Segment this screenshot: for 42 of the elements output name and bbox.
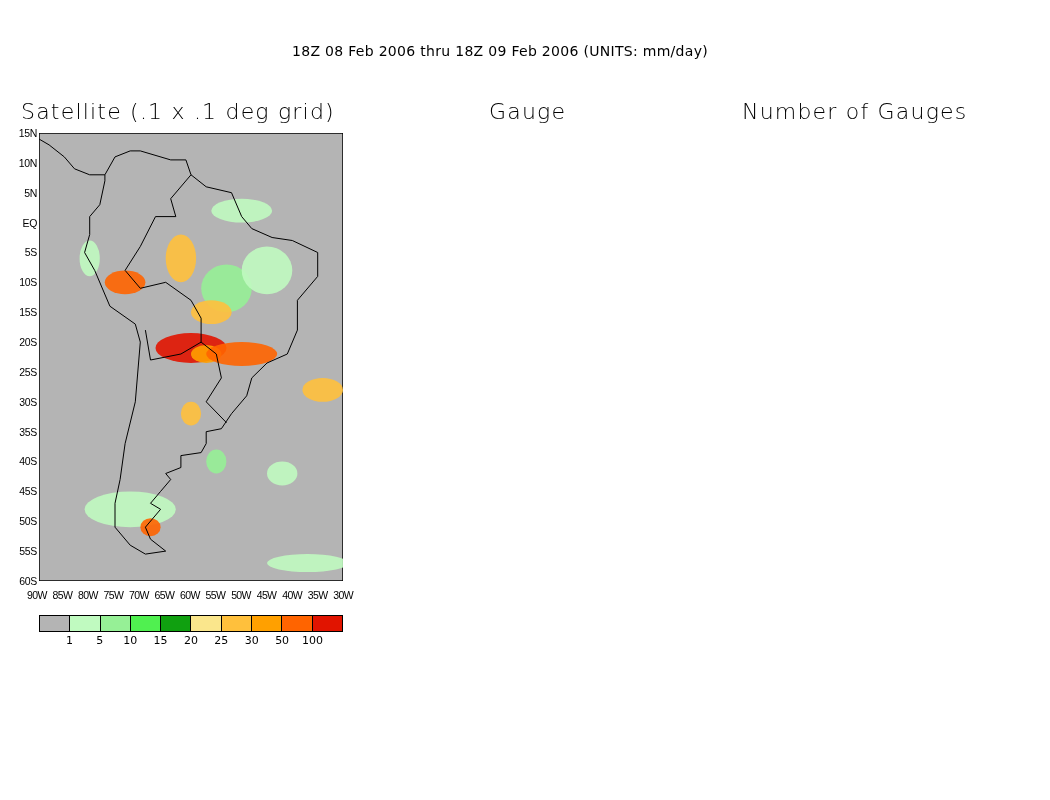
legend-label: 100 (302, 634, 323, 647)
panel-title: Gauge (489, 99, 568, 125)
longitude-label: 60W (180, 589, 200, 601)
legend-label: 15 (153, 634, 168, 647)
longitude-label: 90W (27, 589, 47, 601)
latitude-label: 5N (24, 186, 38, 199)
legend-label: 50 (275, 634, 290, 647)
legend-label: 1 (65, 634, 73, 647)
longitude-label: 55W (205, 589, 226, 601)
plot-title: 18Z 08 Feb 2006 thru 18Z 09 Feb 2006 (UNITS: mm/day) (292, 42, 710, 59)
latitude-label: 35S (19, 425, 38, 438)
longitude-label: 45W (256, 589, 277, 601)
latitude-label: 45S (19, 485, 38, 498)
latitude-label: 15S (19, 306, 38, 319)
longitude-label: 35W (307, 589, 328, 601)
latitude-label: 55S (19, 545, 38, 558)
legend-label: 25 (214, 634, 229, 647)
legend-label: 5 (96, 634, 104, 647)
latitude-label: 30S (19, 395, 38, 408)
latitude-label: 50S (19, 515, 38, 528)
latitude-label: 15N (18, 127, 38, 139)
latitude-label: 10N (18, 156, 38, 169)
longitude-label: 85W (52, 589, 73, 601)
latitude-label: 25S (19, 365, 38, 378)
longitude-label: 70W (129, 589, 149, 601)
latitude-label: 40S (19, 455, 38, 468)
legend-label: 10 (123, 634, 138, 647)
latitude-label: 60S (19, 574, 38, 587)
longitude-label: 40W (282, 589, 302, 601)
latitude-label: 10S (19, 276, 38, 289)
latitude-label: 5S (24, 246, 38, 259)
longitude-label: 30W (333, 589, 353, 601)
latitude-label: 20S (19, 336, 38, 348)
longitude-label: 50W (231, 589, 251, 601)
longitude-label: 80W (78, 589, 98, 601)
legend-label: 30 (244, 634, 259, 647)
latitude-label: EQ (22, 216, 38, 229)
longitude-label: 65W (154, 589, 175, 601)
legend-label: 20 (183, 634, 198, 647)
longitude-label: 75W (103, 589, 124, 601)
panel-title: Number of Gauges (742, 99, 969, 125)
panel-title: Satellite (.1 x .1 deg grid) (21, 99, 336, 125)
